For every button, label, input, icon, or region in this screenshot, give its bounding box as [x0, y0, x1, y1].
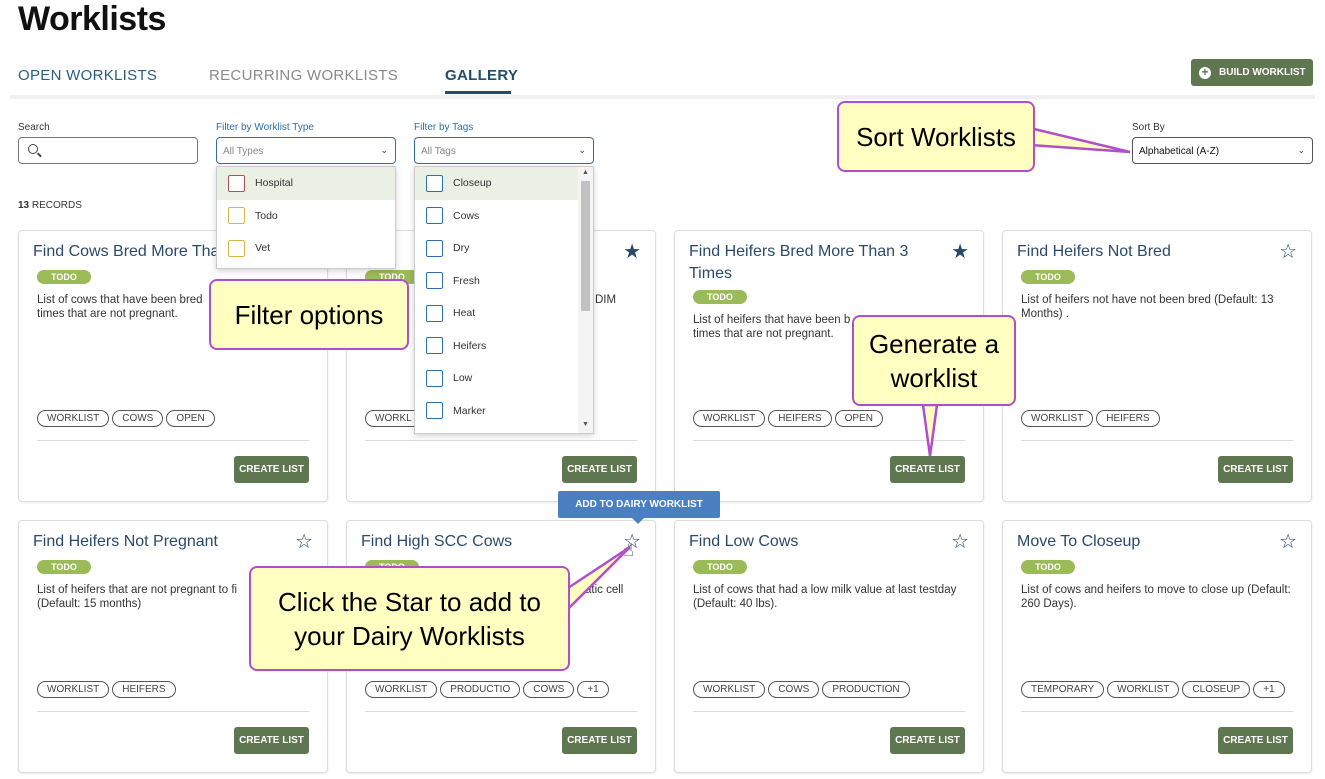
sort-callout-pointer [1028, 126, 1131, 154]
generate-worklist-callout: Generate a worklist [852, 315, 1016, 406]
callout-pointers [563, 126, 1131, 616]
filter-options-callout: Filter options [209, 279, 409, 350]
worklists-page: Worklists OPEN WORKLISTS RECURRING WORKL… [0, 0, 1325, 779]
star-callout: Click the Star to add to your Dairy Work… [249, 566, 570, 671]
generate-callout-pointer [921, 403, 939, 457]
star-callout-pointer [563, 545, 631, 616]
sort-worklists-callout: Sort Worklists [837, 101, 1035, 172]
